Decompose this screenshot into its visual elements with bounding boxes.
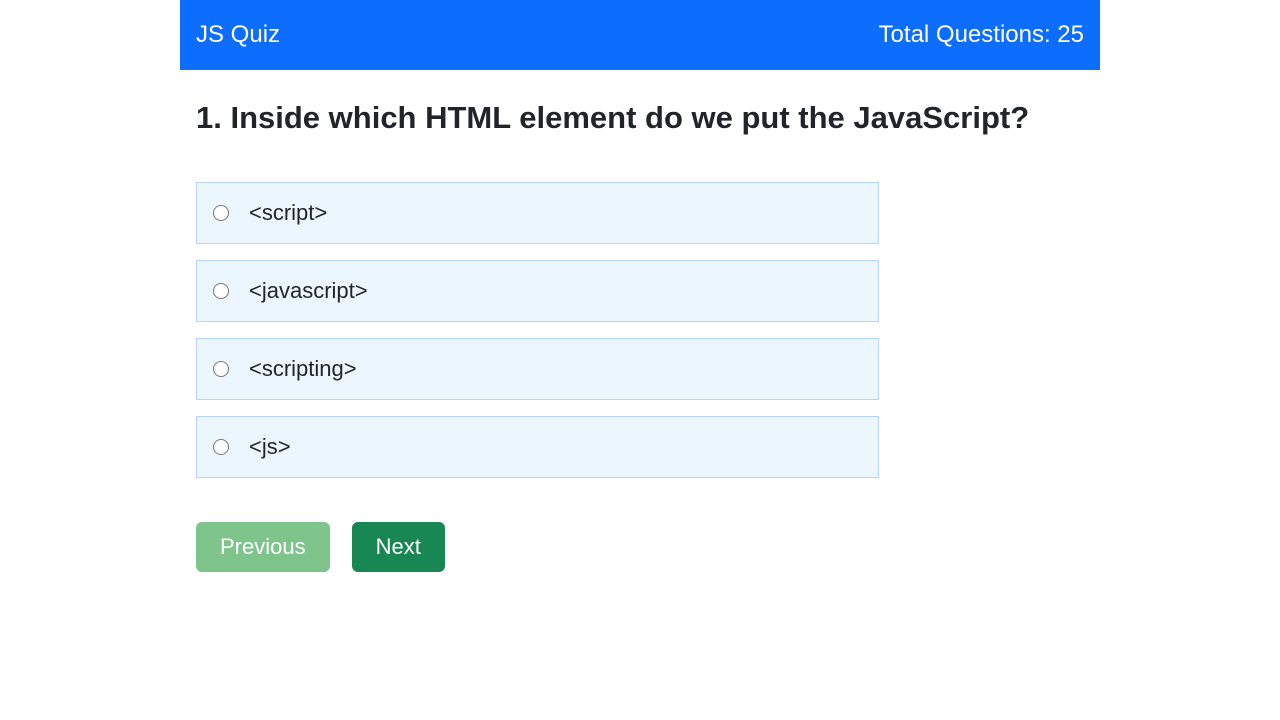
option-3[interactable]: <js> xyxy=(196,416,879,478)
option-1-radio[interactable] xyxy=(213,283,229,299)
nav-buttons: Previous Next xyxy=(196,522,1084,572)
total-questions: Total Questions: 25 xyxy=(879,21,1084,49)
option-3-radio[interactable] xyxy=(213,439,229,455)
options-list: <script> <javascript> <scripting> <js> xyxy=(196,182,879,478)
option-2-label: <scripting> xyxy=(249,356,357,382)
question-text: 1. Inside which HTML element do we put t… xyxy=(196,98,1084,138)
quiz-header: JS Quiz Total Questions: 25 xyxy=(180,0,1100,70)
option-2[interactable]: <scripting> xyxy=(196,338,879,400)
quiz-title: JS Quiz xyxy=(196,21,280,49)
option-1[interactable]: <javascript> xyxy=(196,260,879,322)
previous-button[interactable]: Previous xyxy=(196,522,330,572)
option-0[interactable]: <script> xyxy=(196,182,879,244)
option-2-radio[interactable] xyxy=(213,361,229,377)
option-3-label: <js> xyxy=(249,434,291,460)
option-1-label: <javascript> xyxy=(249,278,368,304)
option-0-radio[interactable] xyxy=(213,205,229,221)
next-button[interactable]: Next xyxy=(352,522,445,572)
option-0-label: <script> xyxy=(249,200,327,226)
